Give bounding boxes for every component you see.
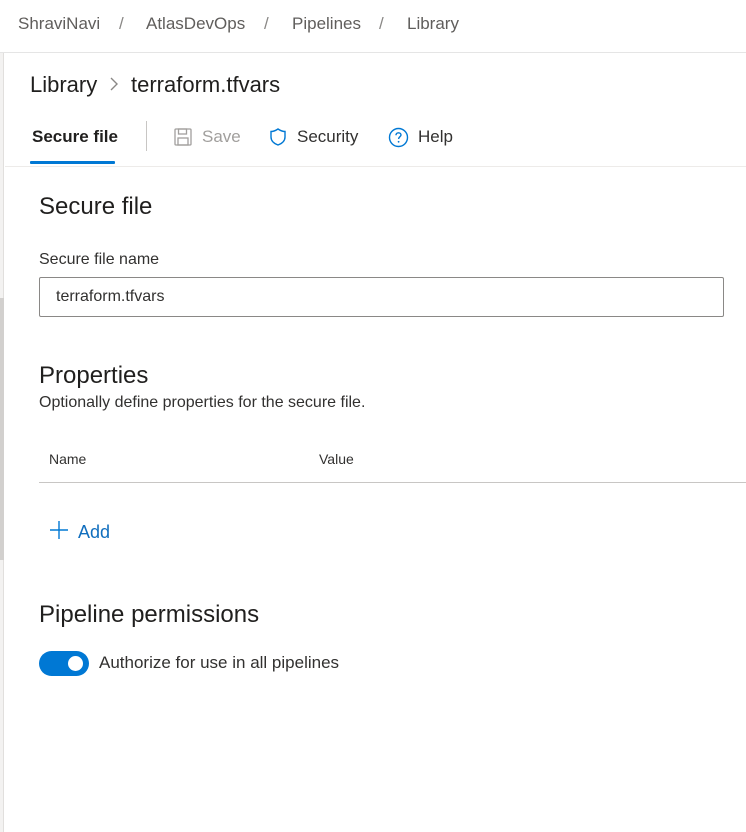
secure-file-panel: Library terraform.tfvars Secure file Sav…: [5, 53, 746, 832]
page-title-parent-link[interactable]: Library: [30, 72, 97, 98]
help-button[interactable]: Help: [388, 125, 453, 149]
page-title: terraform.tfvars: [131, 72, 281, 97]
properties-heading: Properties: [39, 362, 149, 389]
security-button-label: Security: [297, 127, 359, 146]
secure-file-name-label: Secure file name: [39, 251, 160, 268]
breadcrumb-separator: /: [379, 14, 384, 33]
column-header-value[interactable]: Value: [319, 451, 354, 467]
pipeline-permissions-heading: Pipeline permissions: [39, 601, 260, 628]
plus-icon: [49, 520, 69, 545]
column-header-name[interactable]: Name: [49, 451, 86, 467]
add-property-button[interactable]: Add: [49, 519, 110, 545]
properties-description: Optionally define properties for the sec…: [39, 394, 366, 411]
authorize-all-pipelines-toggle[interactable]: [39, 651, 89, 676]
breadcrumb-library[interactable]: Library: [407, 14, 459, 34]
security-button[interactable]: Security: [268, 125, 358, 149]
chevron-right-icon: [108, 75, 120, 98]
breadcrumb-separator: /: [264, 14, 269, 33]
active-tab-indicator: [30, 161, 115, 164]
breadcrumb-pipelines[interactable]: Pipelines: [292, 14, 361, 34]
shield-icon: [268, 127, 288, 147]
left-edge-shade: [0, 298, 4, 560]
properties-grid-divider: [39, 482, 746, 483]
breadcrumb-separator: /: [119, 14, 124, 33]
tab-secure-file[interactable]: Secure file: [32, 127, 118, 147]
secure-file-heading: Secure file: [39, 193, 153, 220]
secure-file-name-input[interactable]: [39, 277, 724, 317]
save-button[interactable]: Save: [173, 125, 241, 149]
breadcrumb-organization[interactable]: ShraviNavi: [18, 14, 100, 34]
save-button-label: Save: [202, 127, 241, 146]
top-breadcrumb-bar: ShraviNavi / AtlasDevOps / Pipelines / L…: [0, 0, 746, 53]
header-divider: [5, 166, 746, 167]
authorize-all-pipelines-label: Authorize for use in all pipelines: [99, 653, 340, 672]
help-circle-icon: [388, 127, 409, 148]
toggle-knob: [68, 656, 83, 671]
save-icon: [173, 127, 193, 147]
help-button-label: Help: [418, 127, 453, 146]
toolbar-divider: [146, 121, 147, 151]
breadcrumb-project[interactable]: AtlasDevOps: [146, 14, 245, 34]
add-property-label: Add: [78, 521, 111, 542]
